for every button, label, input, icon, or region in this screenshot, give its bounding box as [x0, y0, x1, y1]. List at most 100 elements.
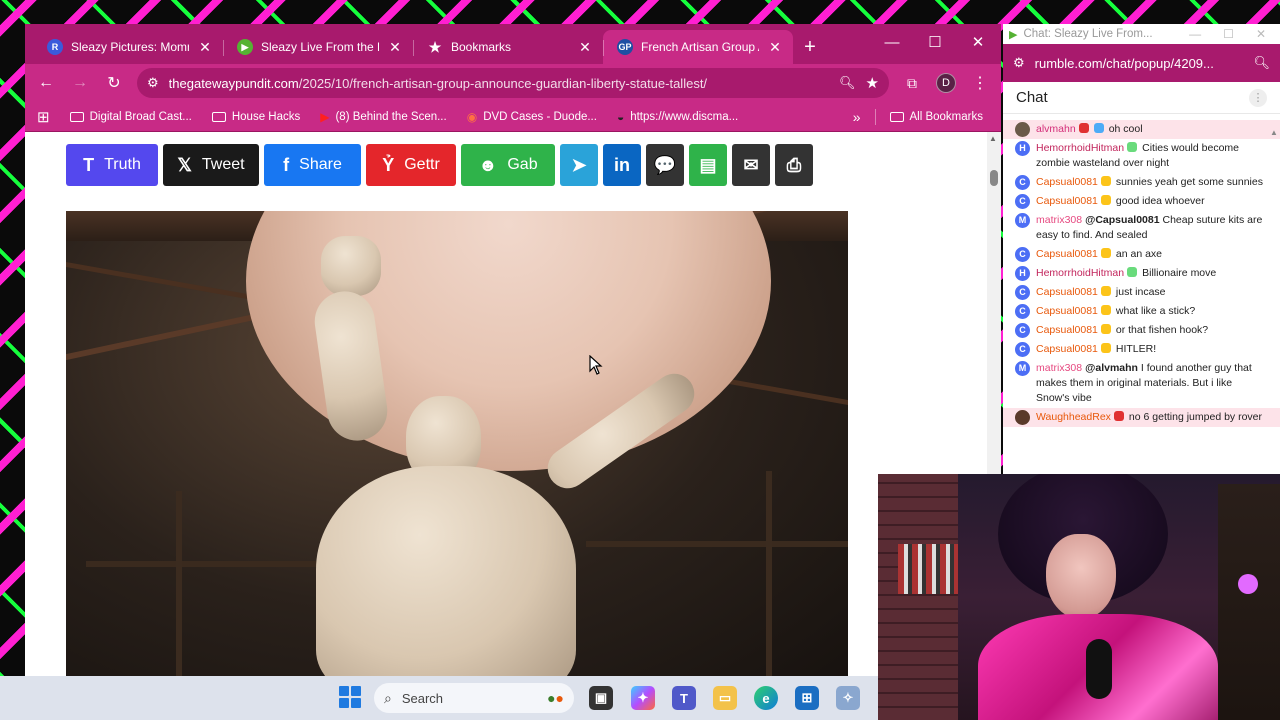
share-gab-button[interactable]: ☻ Gab — [461, 144, 555, 186]
site-info-icon[interactable]: ⚙ — [147, 75, 159, 91]
chat-options-icon[interactable]: ⋮ — [1249, 88, 1267, 107]
avatar[interactable] — [1015, 122, 1030, 137]
apps-grid-icon[interactable]: ⊞ — [33, 104, 58, 130]
chat-username[interactable]: matrix308 — [1036, 362, 1082, 374]
chat-scrollbar[interactable]: ▲ — [1270, 122, 1278, 472]
chat-username[interactable]: Capsual0081 — [1036, 324, 1098, 336]
site-info-icon[interactable]: ⚙ — [1013, 55, 1025, 71]
minimize-icon[interactable]: — — [870, 24, 914, 60]
chat-mention: @Capsual0081 — [1085, 214, 1160, 226]
tab-close-icon[interactable]: ✕ — [197, 39, 213, 56]
avatar[interactable]: H — [1015, 141, 1030, 156]
tab-3[interactable]: GP French Artisan Group An ✕ — [603, 30, 793, 64]
avatar[interactable] — [1015, 410, 1030, 425]
chat-address-bar[interactable]: ⚙ rumble.com/chat/popup/4209... 🔍︎ — [1003, 44, 1280, 82]
copilot-icon[interactable]: ✦ — [631, 686, 655, 710]
app-icon[interactable]: ✧ — [836, 686, 860, 710]
chat-close-icon[interactable]: ✕ — [1256, 27, 1266, 41]
chat-message: C Capsual0081 good idea whoever — [1003, 192, 1280, 211]
share-gettr-button[interactable]: Ỷ Gettr — [366, 144, 456, 186]
menu-kebab-icon[interactable]: ⋮ — [965, 68, 995, 98]
tab-close-icon[interactable]: ✕ — [577, 39, 593, 56]
chat-text: sunnies yeah get some sunnies — [1115, 176, 1263, 188]
folder-icon — [69, 111, 84, 122]
chat-scroll-up-icon[interactable]: ▲ — [1270, 128, 1278, 137]
edge-icon[interactable]: e — [754, 686, 778, 710]
bookmark-3[interactable]: ◉ DVD Cases - Duode... — [457, 104, 607, 130]
email-icon: ✉ — [743, 154, 759, 175]
zoom-icon[interactable]: 🔍︎ — [839, 75, 856, 91]
tab-close-icon[interactable]: ✕ — [387, 39, 403, 56]
bookmarks-overflow-icon[interactable]: » — [843, 104, 871, 130]
maximize-icon[interactable]: ☐ — [913, 24, 957, 60]
bookmark-star-icon[interactable]: ★ — [866, 74, 879, 92]
avatar[interactable]: C — [1015, 247, 1030, 262]
chat-username[interactable]: Capsual0081 — [1036, 248, 1098, 260]
avatar[interactable]: C — [1015, 194, 1030, 209]
share-tweet-button[interactable]: 𝕏 Tweet — [163, 144, 259, 186]
avatar[interactable]: M — [1015, 213, 1030, 228]
chat-username[interactable]: Capsual0081 — [1036, 286, 1098, 298]
chat-username[interactable]: matrix308 — [1036, 214, 1082, 226]
share-email-button[interactable]: ✉ — [732, 144, 770, 186]
close-window-icon[interactable]: ✕ — [956, 24, 1000, 60]
chat-username[interactable]: Capsual0081 — [1036, 343, 1098, 355]
avatar[interactable]: H — [1015, 266, 1030, 281]
address-bar[interactable]: ⚙ thegatewaypundit.com/2025/10/french-ar… — [137, 68, 889, 98]
chat-username[interactable]: HemorrhoidHitman — [1036, 142, 1124, 154]
share-telegram-button[interactable]: ➤ — [560, 144, 598, 186]
avatar[interactable]: C — [1015, 175, 1030, 190]
microphone — [1086, 639, 1112, 699]
share-comment-button[interactable]: 💬 — [646, 144, 684, 186]
chat-username[interactable]: WaughheadRex — [1036, 411, 1111, 423]
bookmark-2[interactable]: ▶ (8) Behind the Scen... — [310, 104, 456, 130]
task-view-icon[interactable]: ▣ — [589, 686, 613, 710]
file-explorer-icon[interactable]: ▭ — [713, 686, 737, 710]
chat-message: C Capsual0081 what like a stick? — [1003, 302, 1280, 321]
chat-minimize-icon[interactable]: — — [1189, 27, 1201, 41]
tab-2[interactable]: ★ Bookmarks ✕ — [413, 30, 603, 64]
profile-avatar[interactable]: D — [931, 68, 961, 98]
back-button[interactable]: ← — [31, 68, 61, 98]
avatar[interactable]: C — [1015, 323, 1030, 338]
tab-0[interactable]: R Sleazy Pictures: Momma ✕ — [33, 30, 223, 64]
chat-username[interactable]: alvmahn — [1036, 123, 1076, 135]
share-share-button[interactable]: f Share — [264, 144, 361, 186]
bookmark-4[interactable]: ◒ https://www.discma... — [607, 104, 748, 130]
share-linkedin-button[interactable]: in — [603, 144, 641, 186]
tab-label: Sleazy Pictures: Momma — [71, 40, 189, 54]
avatar[interactable]: M — [1015, 361, 1030, 376]
new-tab-button[interactable]: + — [793, 30, 827, 64]
all-bookmarks-folder[interactable]: All Bookmarks — [880, 104, 994, 130]
share-truth-button[interactable]: T Truth — [66, 144, 158, 186]
scroll-up-icon[interactable]: ▲ — [989, 134, 997, 143]
reload-button[interactable]: ↻ — [99, 68, 129, 98]
share-print-button[interactable]: ⎙ — [775, 144, 813, 186]
bookmark-0[interactable]: Digital Broad Cast... — [60, 104, 202, 130]
tab-close-icon[interactable]: ✕ — [767, 39, 783, 56]
chat-username[interactable]: Capsual0081 — [1036, 195, 1098, 207]
chat-text: an an axe — [1115, 248, 1163, 260]
avatar[interactable]: C — [1015, 285, 1030, 300]
store-icon[interactable]: ⊞ — [795, 686, 819, 710]
bookmarks-bar: ⊞ Digital Broad Cast... House Hacks ▶ (8) B… — [25, 102, 1001, 132]
scroll-thumb[interactable] — [990, 170, 998, 186]
share-sms-button[interactable]: ▤ — [689, 144, 727, 186]
bookmark-1[interactable]: House Hacks — [202, 104, 310, 130]
forward-button[interactable]: → — [65, 68, 95, 98]
taskbar-search[interactable]: ⌕ Search ● ● — [374, 683, 574, 713]
shelf-right — [1218, 484, 1280, 720]
chat-message: WaughheadRex no 6 getting jumped by rover — [1003, 408, 1280, 427]
teams-icon[interactable]: T — [672, 686, 696, 710]
tab-search-icon[interactable]: ⧉ — [897, 68, 927, 98]
chat-username[interactable]: Capsual0081 — [1036, 176, 1098, 188]
avatar[interactable]: C — [1015, 304, 1030, 319]
chat-username[interactable]: HemorrhoidHitman — [1036, 267, 1124, 279]
chat-zoom-icon[interactable]: 🔍︎ — [1253, 55, 1270, 71]
chat-username[interactable]: Capsual0081 — [1036, 305, 1098, 317]
browser-toolbar: ← → ↻ ⚙ thegatewaypundit.com/2025/10/fre… — [25, 64, 1001, 102]
avatar[interactable]: C — [1015, 342, 1030, 357]
start-button[interactable] — [339, 686, 361, 708]
chat-maximize-icon[interactable]: ☐ — [1223, 27, 1234, 41]
tab-1[interactable]: ▶ Sleazy Live From the Bun ✕ — [223, 30, 413, 64]
